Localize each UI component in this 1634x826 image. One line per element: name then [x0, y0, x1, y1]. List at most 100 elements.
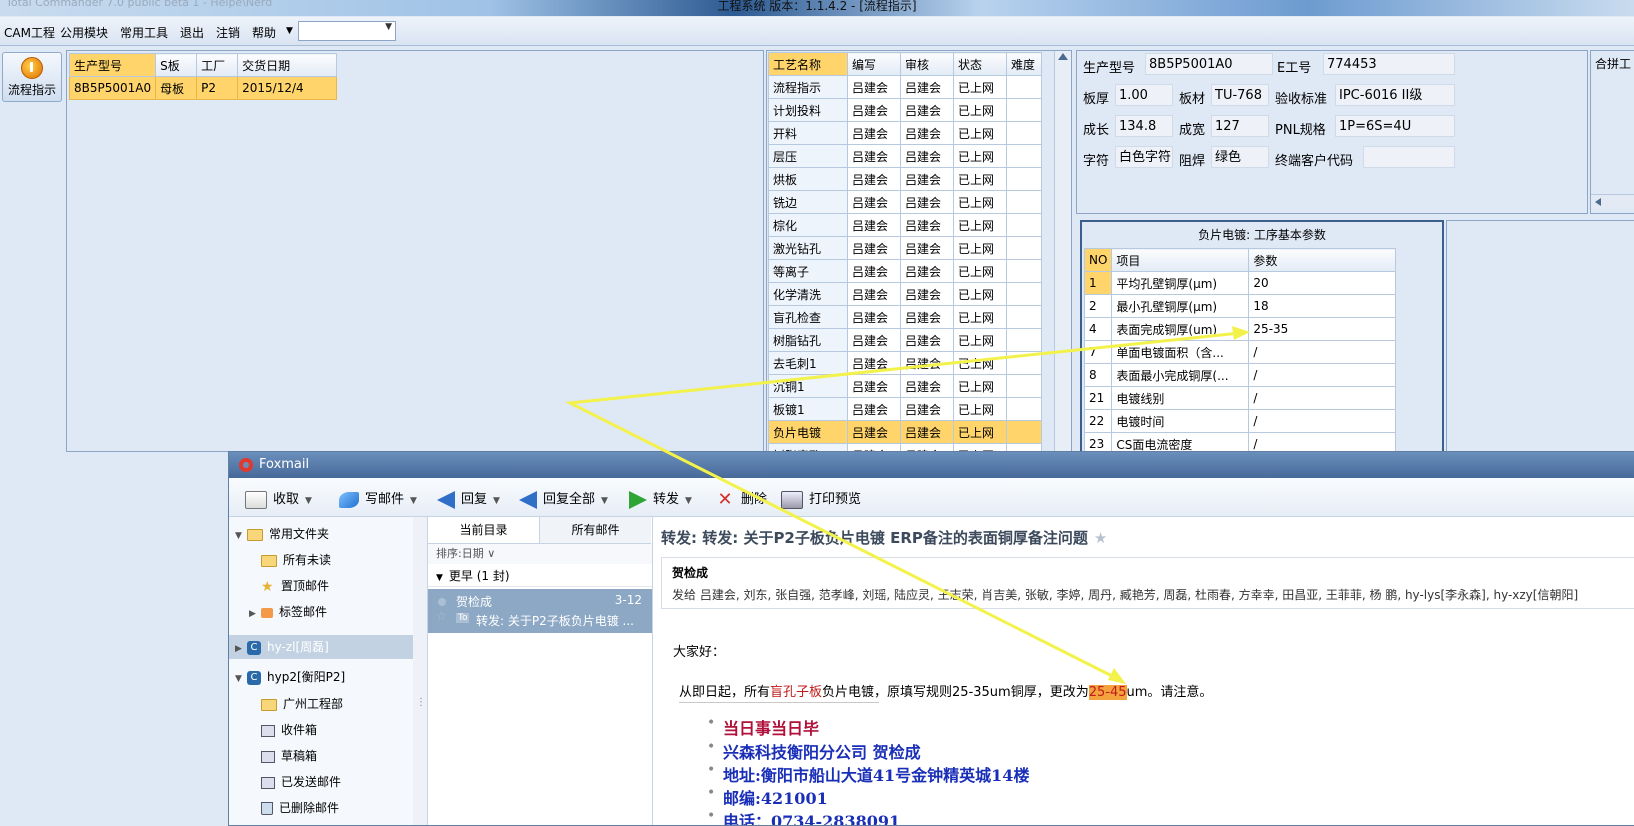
chevron-down-icon[interactable]: ▼: [685, 496, 692, 506]
folder-drafts[interactable]: 草稿箱: [261, 745, 317, 767]
scroll-up-icon[interactable]: [1058, 53, 1068, 60]
menu-help-dropdown-icon[interactable]: ▼: [286, 26, 293, 36]
chevron-right-icon[interactable]: ▶: [249, 603, 261, 625]
chevron-down-icon[interactable]: ▼: [601, 496, 608, 506]
table-row[interactable]: 计划投料 吕建会 吕建会 已上网: [768, 98, 1042, 122]
legend-field[interactable]: 白色字符: [1115, 146, 1173, 168]
table-row[interactable]: 7 单面电镀面积（含... /: [1083, 340, 1397, 364]
folder-unread[interactable]: 所有未读: [261, 549, 331, 571]
width-field[interactable]: 127: [1211, 115, 1269, 137]
table-row[interactable]: 2 最小孔壁铜厚(μm) 18: [1083, 294, 1397, 318]
table-row[interactable]: 22 电镀时间 /: [1083, 409, 1397, 433]
table-row[interactable]: 21 电镀线别 /: [1083, 386, 1397, 410]
group-header[interactable]: ▼ 更早 (1 封): [428, 565, 652, 587]
menu-combo-box[interactable]: ▼: [298, 21, 396, 41]
col-author[interactable]: 编写: [847, 52, 901, 76]
table-row[interactable]: 激光钻孔 吕建会 吕建会 已上网: [768, 236, 1042, 260]
chevron-down-icon[interactable]: ▼: [235, 525, 247, 547]
cell-param: /: [1248, 363, 1397, 387]
table-row[interactable]: 4 表面完成铜厚(um) 25-35: [1083, 317, 1397, 341]
customer-code-field[interactable]: [1363, 146, 1455, 168]
mail-list-item[interactable]: 贺检成 3-12 ☆ To 转发: 关于P2子板负片电镀 ...: [428, 589, 652, 633]
table-row[interactable]: 1 平均孔壁铜厚(μm) 20: [1083, 271, 1397, 295]
reply-all-button[interactable]: 回复全部 ▼: [519, 488, 608, 509]
col-delivery-date[interactable]: 交货日期: [237, 53, 338, 77]
forward-button[interactable]: 转发 ▼: [629, 488, 692, 509]
table-row[interactable]: 层压 吕建会 吕建会 已上网: [768, 144, 1042, 168]
print-preview-button[interactable]: 打印预览: [781, 488, 861, 509]
table-row[interactable]: 树脂钻孔 吕建会 吕建会 已上网: [768, 328, 1042, 352]
table-row[interactable]: 沉铜1 吕建会 吕建会 已上网: [768, 374, 1042, 398]
process-scrollbar[interactable]: [1054, 51, 1071, 451]
account-hy-zl[interactable]: ▶ Chy-zl[周磊]: [235, 636, 329, 658]
col-process-name[interactable]: 工艺名称: [768, 52, 848, 76]
table-row[interactable]: 棕化 吕建会 吕建会 已上网: [768, 213, 1042, 237]
col-param[interactable]: 参数: [1248, 248, 1397, 272]
menu-logout[interactable]: 注销: [216, 24, 240, 41]
table-row[interactable]: 板镀1 吕建会 吕建会 已上网: [768, 397, 1042, 421]
table-row[interactable]: 盲孔检查 吕建会 吕建会 已上网: [768, 305, 1042, 329]
table-row[interactable]: 8 表面最小完成铜厚(... /: [1083, 363, 1397, 387]
menu-exit[interactable]: 退出: [180, 24, 204, 41]
sort-selector[interactable]: 排序:日期 ∨: [428, 544, 652, 564]
chevron-down-icon[interactable]: ▼: [235, 668, 247, 690]
cell-reviewer: 吕建会: [900, 282, 954, 306]
table-row[interactable]: 流程指示 吕建会 吕建会 已上网: [768, 75, 1042, 99]
folder-common[interactable]: ▼ 常用文件夹: [235, 523, 329, 545]
col-s-board[interactable]: S板: [155, 53, 198, 77]
table-row[interactable]: 负片电镀 吕建会 吕建会 已上网: [768, 420, 1042, 444]
reply-button[interactable]: 回复 ▼: [437, 488, 500, 509]
col-no[interactable]: NO: [1083, 248, 1113, 272]
length-field[interactable]: 134.8: [1115, 115, 1173, 137]
chevron-down-icon[interactable]: ▼: [305, 496, 312, 506]
table-row[interactable]: 开料 吕建会 吕建会 已上网: [768, 121, 1042, 145]
menu-tools[interactable]: 常用工具: [120, 24, 168, 41]
table-row[interactable]: 化学清洗 吕建会 吕建会 已上网: [768, 282, 1042, 306]
menu-common-module[interactable]: 公用模块: [60, 24, 108, 41]
splitter[interactable]: ⋮: [413, 517, 428, 825]
menu-cam[interactable]: CAM工程: [4, 24, 55, 41]
thickness-field[interactable]: 1.00: [1115, 84, 1173, 106]
menu-help[interactable]: 帮助: [252, 24, 276, 41]
folder-inbox[interactable]: 收件箱: [261, 719, 317, 741]
solder-mask-field[interactable]: 绿色: [1211, 146, 1269, 168]
folder-tagged[interactable]: ▶ 标签邮件: [249, 601, 327, 623]
tab-all-mail[interactable]: 所有邮件: [540, 517, 651, 544]
table-row[interactable]: 去毛刺1 吕建会 吕建会 已上网: [768, 351, 1042, 375]
tab-current-folder[interactable]: 当前目录: [428, 517, 540, 544]
product-info-panel: 生产型号 8B5P5001A0 E工号 774453 板厚 1.00 板材 TU…: [1076, 50, 1588, 214]
cell-reviewer: 吕建会: [900, 167, 954, 191]
standard-field[interactable]: IPC-6016 II级: [1335, 84, 1455, 106]
table-row[interactable]: 8B5P5001A0 母板 P2 2015/12/4: [68, 76, 338, 100]
col-factory[interactable]: 工厂: [196, 53, 239, 77]
pnl-field[interactable]: 1P=6S=4U: [1335, 115, 1455, 137]
delete-button[interactable]: ✕ 删除: [715, 488, 767, 508]
chevron-right-icon[interactable]: ▶: [235, 638, 247, 660]
receive-button[interactable]: 收取 ▼: [245, 488, 312, 509]
chevron-down-icon[interactable]: ▼: [493, 496, 500, 506]
table-row[interactable]: 烘板 吕建会 吕建会 已上网: [768, 167, 1042, 191]
star-icon[interactable]: ★: [1094, 529, 1107, 547]
flow-guide-button[interactable]: 流程指示: [2, 52, 62, 102]
folder-deleted[interactable]: 已删除邮件: [261, 797, 339, 819]
account-hyp2[interactable]: ▼ Chyp2[衡阳P2]: [235, 666, 345, 688]
table-row[interactable]: 等离子 吕建会 吕建会 已上网: [768, 259, 1042, 283]
e-number-field[interactable]: 774453: [1323, 53, 1455, 75]
col-difficulty[interactable]: 难度: [1006, 52, 1042, 76]
col-reviewer[interactable]: 审核: [900, 52, 954, 76]
col-status[interactable]: 状态: [953, 52, 1007, 76]
col-item[interactable]: 项目: [1111, 248, 1250, 272]
merge-scrollbar[interactable]: [1591, 194, 1634, 209]
folder-gz[interactable]: 广州工程部: [261, 693, 343, 715]
col-model[interactable]: 生产型号: [68, 53, 157, 77]
star-icon[interactable]: ☆: [436, 609, 447, 623]
folder-sent[interactable]: 已发送邮件: [261, 771, 341, 793]
compose-button[interactable]: 写邮件 ▼: [339, 488, 417, 508]
material-field[interactable]: TU-768: [1211, 84, 1269, 106]
chevron-down-icon[interactable]: ▼: [410, 496, 417, 506]
folder-pinned[interactable]: ★ 置顶邮件: [261, 575, 329, 597]
table-row[interactable]: 铣边 吕建会 吕建会 已上网: [768, 190, 1042, 214]
model-field[interactable]: 8B5P5001A0: [1145, 53, 1273, 75]
read-from[interactable]: 贺检成: [672, 564, 708, 581]
star-icon: ★: [261, 578, 274, 595]
